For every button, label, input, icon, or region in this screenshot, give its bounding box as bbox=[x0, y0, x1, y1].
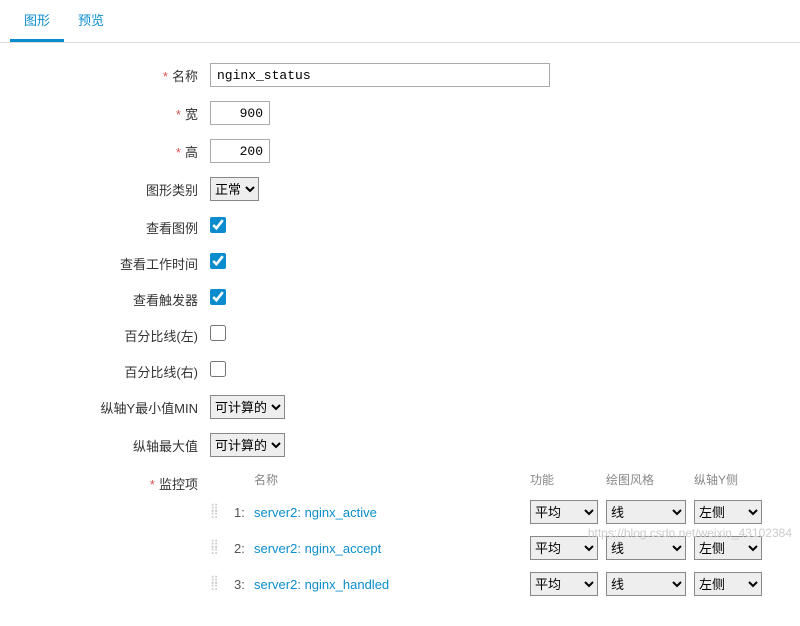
tab-preview[interactable]: 预览 bbox=[64, 0, 118, 42]
label-name: *名称 bbox=[20, 63, 210, 85]
label-show-triggers: 查看触发器 bbox=[20, 287, 210, 309]
monitor-header-name: 名称 bbox=[254, 471, 530, 488]
style-select[interactable]: 线 bbox=[606, 500, 686, 524]
height-input[interactable] bbox=[210, 139, 270, 163]
drag-handle-icon[interactable]: ⠿⠿ bbox=[210, 506, 234, 518]
width-input[interactable] bbox=[210, 101, 270, 125]
graph-type-select[interactable]: 正常 bbox=[210, 177, 259, 201]
label-yaxis-min: 纵轴Y最小值MIN bbox=[20, 395, 210, 417]
tabs: 图形 预览 bbox=[0, 0, 800, 43]
name-input[interactable] bbox=[210, 63, 550, 87]
percent-left-checkbox[interactable] bbox=[210, 325, 226, 341]
label-monitor-items: *监控项 bbox=[20, 471, 210, 493]
style-select[interactable]: 线 bbox=[606, 572, 686, 596]
table-row: ⠿⠿ 1: server2: nginx_active 平均 线 左侧 bbox=[210, 494, 770, 530]
drag-handle-icon[interactable]: ⠿⠿ bbox=[210, 578, 234, 590]
monitor-item-link[interactable]: server2: nginx_handled bbox=[254, 577, 530, 592]
yaxis-max-select[interactable]: 可计算的 bbox=[210, 433, 285, 457]
label-graph-type: 图形类别 bbox=[20, 177, 210, 199]
monitor-item-link[interactable]: server2: nginx_accept bbox=[254, 541, 530, 556]
tab-graph[interactable]: 图形 bbox=[10, 0, 64, 42]
func-select[interactable]: 平均 bbox=[530, 500, 598, 524]
label-height: *高 bbox=[20, 139, 210, 161]
row-index: 3: bbox=[234, 577, 254, 592]
label-show-legend: 查看图例 bbox=[20, 215, 210, 237]
monitor-header-func: 功能 bbox=[530, 471, 606, 488]
side-select[interactable]: 左侧 bbox=[694, 500, 762, 524]
drag-handle-icon[interactable]: ⠿⠿ bbox=[210, 542, 234, 554]
monitor-header: 名称 功能 绘图风格 纵轴Y侧 bbox=[210, 471, 770, 494]
monitor-header-side: 纵轴Y侧 bbox=[694, 471, 770, 488]
table-row: ⠿⠿ 3: server2: nginx_handled 平均 线 左侧 bbox=[210, 566, 770, 602]
row-index: 2: bbox=[234, 541, 254, 556]
percent-right-checkbox[interactable] bbox=[210, 361, 226, 377]
label-percent-left: 百分比线(左) bbox=[20, 323, 210, 345]
show-triggers-checkbox[interactable] bbox=[210, 289, 226, 305]
show-worktime-checkbox[interactable] bbox=[210, 253, 226, 269]
yaxis-min-select[interactable]: 可计算的 bbox=[210, 395, 285, 419]
label-percent-right: 百分比线(右) bbox=[20, 359, 210, 381]
side-select[interactable]: 左侧 bbox=[694, 572, 762, 596]
label-yaxis-max: 纵轴最大值 bbox=[20, 433, 210, 455]
show-legend-checkbox[interactable] bbox=[210, 217, 226, 233]
func-select[interactable]: 平均 bbox=[530, 572, 598, 596]
label-show-worktime: 查看工作时间 bbox=[20, 251, 210, 273]
row-index: 1: bbox=[234, 505, 254, 520]
watermark: https://blog.csdn.net/weixin_43102384 bbox=[588, 526, 792, 540]
monitor-item-link[interactable]: server2: nginx_active bbox=[254, 505, 530, 520]
monitor-header-style: 绘图风格 bbox=[606, 471, 694, 488]
label-width: *宽 bbox=[20, 101, 210, 123]
